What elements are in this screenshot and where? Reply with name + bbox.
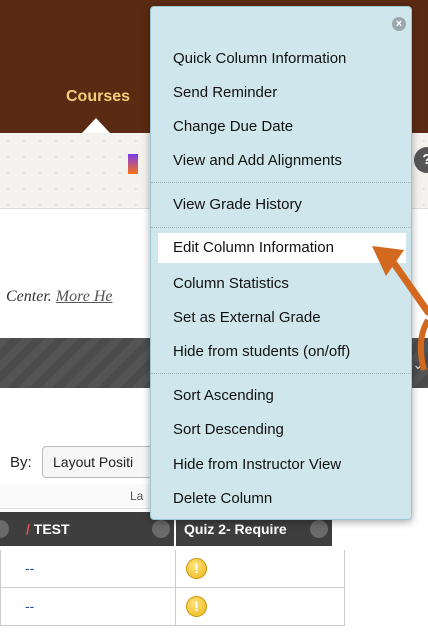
menu-item-hide-from-students[interactable]: Hide from students (on/off) [158,337,406,367]
page: Courses ? Center. More He ⌄ By: Layout P… [0,0,428,632]
menu-separator [151,373,411,374]
grade-cell[interactable]: -- [25,560,34,576]
grade-cell[interactable]: -- [25,598,34,614]
column-header-test-label: TEST [33,521,70,537]
column-menu-icon[interactable] [152,520,170,538]
menu-item-sort-descending[interactable]: Sort Descending [158,415,406,445]
menu-item-column-statistics[interactable]: Column Statistics [158,269,406,299]
menu-item-send-reminder[interactable]: Send Reminder [158,78,406,108]
menu-separator [151,182,411,183]
table-row: -- ! [0,550,345,588]
menu-item-hide-from-instructor-view[interactable]: Hide from Instructor View [158,450,406,480]
cell-divider [175,588,176,626]
menu-item-view-add-alignments[interactable]: View and Add Alignments [158,146,406,176]
layout-row-label: La [130,489,144,503]
menu-item-change-due-date[interactable]: Change Due Date [158,112,406,142]
sort-by-label: By: [10,454,32,471]
menu-item-sort-ascending[interactable]: Sort Ascending [158,381,406,411]
warning-icon[interactable]: ! [186,558,207,579]
column-context-menu: × Quick Column Information Send Reminder… [150,6,412,520]
chevron-down-icon[interactable]: ⌄ [412,356,424,373]
center-text: Center. [6,288,52,305]
intro-text: Center. More He [6,288,113,306]
test-marker: / [26,521,30,537]
menu-item-quick-column-information[interactable]: Quick Column Information [158,44,406,74]
cell-divider [175,550,176,588]
tab-courses[interactable]: Courses [48,84,148,110]
table-row: -- ! [0,588,345,626]
menu-item-delete-column[interactable]: Delete Column [158,484,406,514]
menu-item-edit-column-information[interactable]: Edit Column Information [158,233,406,263]
column-header-quiz-label: Quiz 2- Require [184,521,287,537]
close-icon[interactable]: × [392,17,406,31]
warning-icon[interactable]: ! [186,596,207,617]
menu-separator [151,227,411,228]
color-palette-icon[interactable] [128,154,138,174]
column-menu-icon[interactable] [310,520,328,538]
menu-item-set-external-grade[interactable]: Set as External Grade [158,303,406,333]
column-menu-icon[interactable] [0,520,9,538]
more-help-link[interactable]: More He [56,288,113,305]
cell-border [344,588,345,626]
sort-by-select[interactable]: Layout Positi [42,446,154,478]
menu-item-view-grade-history[interactable]: View Grade History [158,190,406,220]
active-tab-pointer [82,118,110,133]
column-header-stub [0,512,14,546]
cell-border [344,550,345,588]
